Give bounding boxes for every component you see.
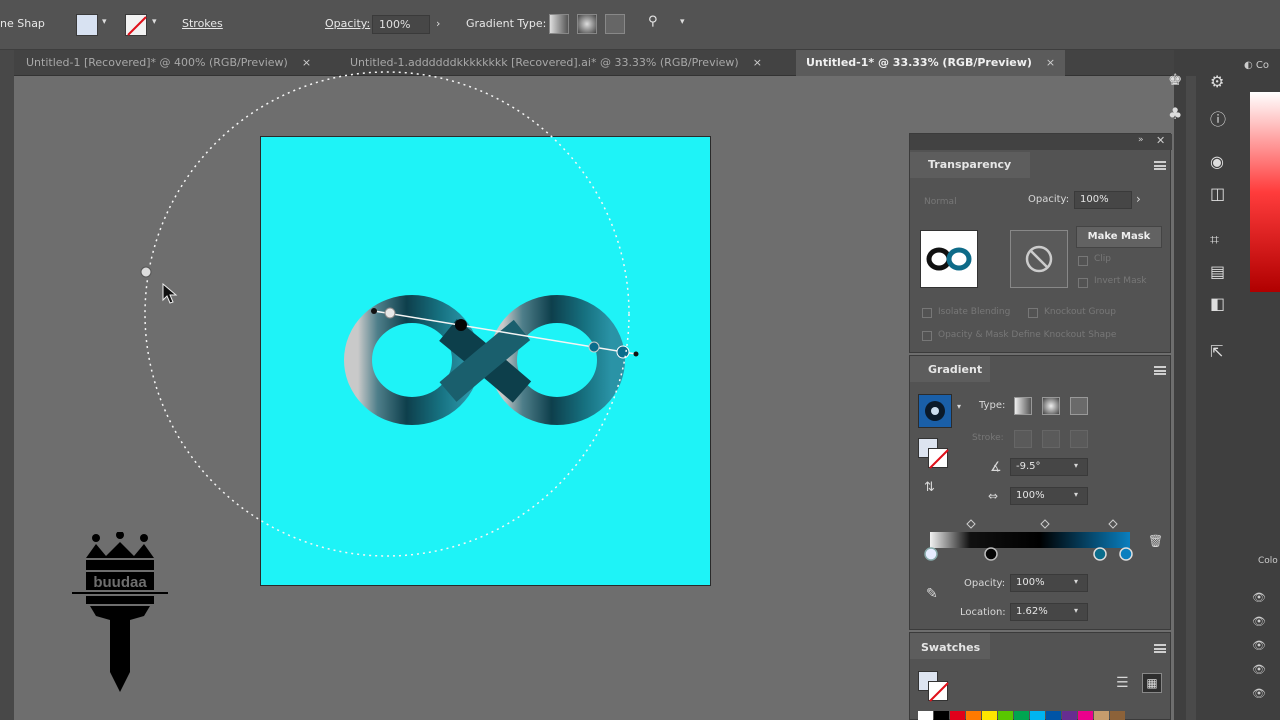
stroke-along-button[interactable] <box>1042 430 1060 448</box>
knockout-group-checkbox[interactable] <box>1028 308 1038 318</box>
mask-thumbnail[interactable] <box>1010 230 1068 288</box>
chevron-down-icon[interactable]: ▾ <box>1074 461 1078 470</box>
eyedropper-icon[interactable]: ✎ <box>926 586 938 602</box>
color-swatch[interactable] <box>1014 711 1029 720</box>
transform-icon[interactable]: ⌗ <box>1210 230 1219 250</box>
chevron-down-icon[interactable]: ▾ <box>1074 606 1078 615</box>
clip-checkbox[interactable] <box>1078 256 1088 266</box>
chevron-down-icon[interactable]: ▾ <box>1074 577 1078 586</box>
infinity-thumbnail-icon <box>926 247 972 271</box>
panel-menu-icon[interactable] <box>1154 366 1166 375</box>
swatches-panel: Swatches ☰ ▦ <box>909 632 1171 720</box>
chevron-right-icon[interactable]: › <box>1136 192 1141 206</box>
rotate-handle[interactable] <box>140 266 152 278</box>
color-guide-tab[interactable]: Colo <box>1258 556 1278 566</box>
make-mask-button[interactable]: Make Mask <box>1076 226 1162 248</box>
panel-menu-icon[interactable] <box>1154 161 1166 170</box>
stroke-none-swatch[interactable] <box>928 448 949 469</box>
gradient-preview-swatch[interactable] <box>918 394 952 428</box>
dock-divider <box>1186 76 1196 720</box>
swatches-tab[interactable]: Swatches <box>910 633 990 659</box>
color-swatch[interactable] <box>966 711 981 720</box>
grid-view-icon[interactable]: ▦ <box>1142 673 1162 693</box>
stroke-within-button[interactable] <box>1014 430 1032 448</box>
export-icon[interactable]: ⇱ <box>1210 342 1223 361</box>
color-swatch[interactable] <box>1046 711 1061 720</box>
clip-label: Clip <box>1094 254 1111 264</box>
blend-mode-select[interactable]: Normal <box>924 197 957 207</box>
pathfinder-icon[interactable]: ◧ <box>1210 294 1225 313</box>
color-panel-tab[interactable]: ◐ Co <box>1244 60 1269 71</box>
location-label: Location: <box>960 607 1006 618</box>
freeform-type-button[interactable] <box>1070 397 1088 415</box>
puppet-icon[interactable]: ♚ <box>1168 70 1182 89</box>
opacity-label: Opacity: <box>1028 194 1070 205</box>
info-icon[interactable]: ⓘ <box>1210 106 1226 130</box>
panel-header-strip <box>910 134 1172 150</box>
invert-mask-label: Invert Mask <box>1094 276 1147 286</box>
linear-type-button[interactable] <box>1014 397 1032 415</box>
appearance-icon[interactable]: ◉ <box>1210 152 1224 171</box>
layers-icon[interactable]: ◫ <box>1210 184 1225 203</box>
collapse-icon[interactable]: » <box>1138 135 1144 145</box>
color-swatch[interactable] <box>1030 711 1045 720</box>
panel-menu-icon[interactable] <box>1154 644 1166 653</box>
reverse-gradient-icon[interactable]: ⇅ <box>924 480 935 495</box>
no-mask-icon <box>1025 245 1053 273</box>
color-spectrum[interactable] <box>1250 92 1280 292</box>
chevron-down-icon[interactable]: ▾ <box>957 402 961 411</box>
opacity-mask-checkbox[interactable] <box>922 331 932 341</box>
buudaa-logo: buudaa <box>72 532 168 692</box>
color-swatch[interactable] <box>1062 711 1077 720</box>
isolate-blending-checkbox[interactable] <box>922 308 932 318</box>
angle-icon: ∡ <box>990 460 1002 475</box>
gradient-panel: Gradient ▾ Type: Stroke: ⇅ ∡ -9.5° ▾ ⇔ 1… <box>909 355 1171 630</box>
gradient-tab[interactable]: Gradient <box>910 356 990 382</box>
radial-type-button[interactable] <box>1042 397 1060 415</box>
object-thumbnail[interactable] <box>920 230 978 288</box>
illustrator-window: ne Shap ▾ ▾ Strokes Opacity: 100% › Grad… <box>0 0 1280 720</box>
trash-icon[interactable]: 🗑 <box>1148 534 1163 548</box>
infinity-artwork[interactable] <box>344 295 625 425</box>
gear-icon[interactable]: ⚙ <box>1210 72 1224 91</box>
stroke-label: Stroke: <box>972 433 1004 443</box>
visibility-icons[interactable]: 👁 👁 👁 👁 👁 <box>1252 586 1266 706</box>
knockout-group-label: Knockout Group <box>1044 307 1116 317</box>
color-swatch[interactable] <box>998 711 1013 720</box>
close-icon[interactable]: ✕ <box>1156 134 1165 147</box>
color-swatch[interactable] <box>1094 711 1109 720</box>
stroke-across-button[interactable] <box>1070 430 1088 448</box>
arrow-cursor-icon <box>162 283 178 304</box>
color-swatch[interactable] <box>1110 711 1125 720</box>
opacity-field[interactable]: 100% <box>1074 191 1132 209</box>
stop-opacity-label: Opacity: <box>964 578 1006 589</box>
chevron-down-icon[interactable]: ▾ <box>1074 490 1078 499</box>
type-label: Type: <box>979 400 1006 411</box>
invert-mask-checkbox[interactable] <box>1078 278 1088 288</box>
color-swatch[interactable] <box>918 711 933 720</box>
isolate-blending-label: Isolate Blending <box>938 307 1011 317</box>
radial-swatch-icon <box>925 401 945 421</box>
gradient-slider[interactable] <box>924 516 1164 566</box>
none-slash-icon <box>929 682 949 702</box>
transparency-panel: » ✕ Transparency Normal Opacity: 100% › … <box>909 133 1172 353</box>
list-view-icon[interactable]: ☰ <box>1116 675 1129 691</box>
color-swatch[interactable] <box>934 711 949 720</box>
transparency-tab[interactable]: Transparency <box>910 152 1030 178</box>
logo-wordmark: buudaa <box>93 574 147 591</box>
color-swatch[interactable] <box>982 711 997 720</box>
stroke-none-swatch[interactable] <box>928 681 949 702</box>
opacity-mask-label: Opacity & Mask Define Knockout Shape <box>938 330 1117 340</box>
club-icon[interactable]: ♣ <box>1168 104 1182 123</box>
color-swatch[interactable] <box>1078 711 1093 720</box>
none-slash-icon <box>929 449 949 469</box>
align-panel-icon[interactable]: ▤ <box>1210 262 1225 281</box>
color-swatch[interactable] <box>950 711 965 720</box>
aspect-ratio-icon: ⇔ <box>988 489 999 503</box>
